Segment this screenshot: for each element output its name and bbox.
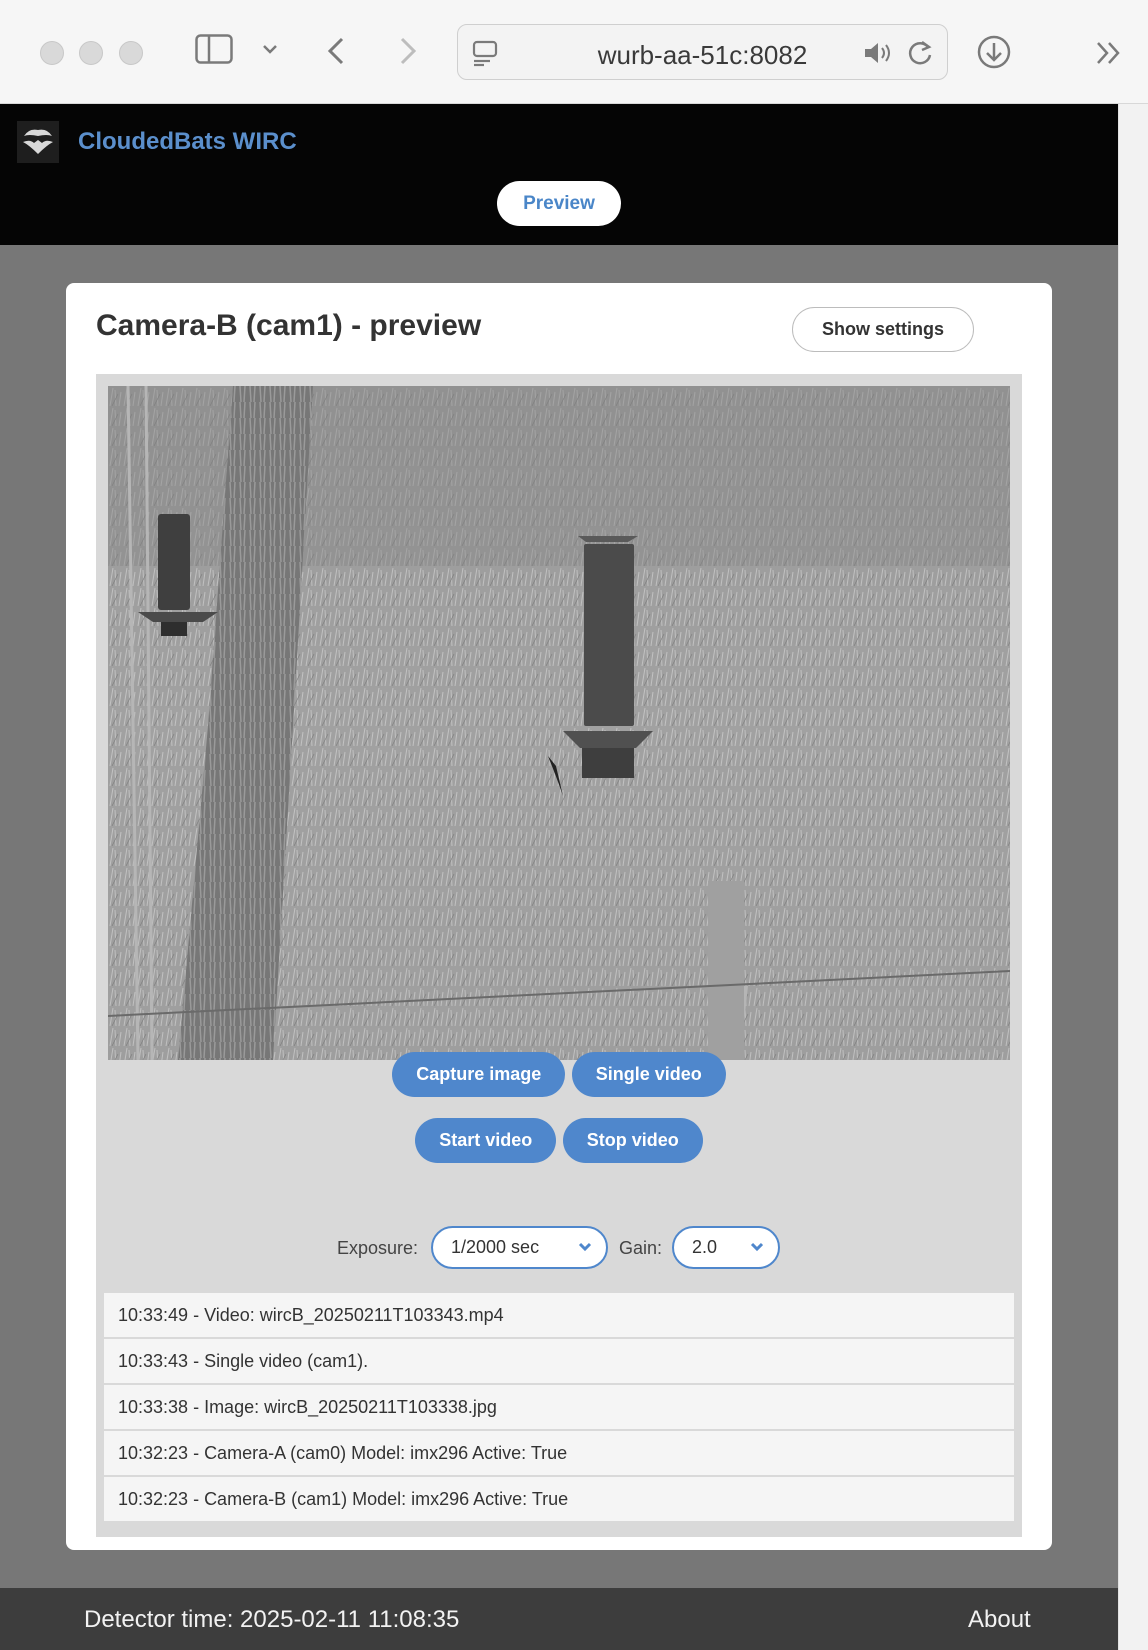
more-icon[interactable] — [1095, 40, 1123, 71]
capture-image-button[interactable]: Capture image — [392, 1052, 566, 1097]
address-bar[interactable]: wurb-aa-51c:8082 — [457, 24, 948, 80]
log-entry: 10:33:38 - Image: wircB_20250211T103338.… — [104, 1385, 1014, 1430]
logo-icon — [17, 121, 59, 163]
window-zoom-button[interactable] — [119, 41, 143, 65]
sidebar-toggle-icon[interactable] — [195, 34, 233, 69]
video-button-row: Start video Stop video — [96, 1118, 1022, 1163]
show-settings-button[interactable]: Show settings — [792, 307, 974, 352]
camera-card: Camera-B (cam1) - preview Show settings — [66, 283, 1052, 1550]
scrollbar[interactable] — [1118, 104, 1148, 1650]
exposure-label: Exposure: — [337, 1238, 419, 1258]
reload-icon[interactable] — [906, 38, 934, 73]
window-close-button[interactable] — [40, 41, 64, 65]
app-footer: Detector time: 2025-02-11 11:08:35 About — [0, 1588, 1118, 1650]
detector-time: Detector time: 2025-02-11 11:08:35 — [84, 1606, 460, 1633]
log-entry: 10:32:23 - Camera-A (cam0) Model: imx296… — [104, 1431, 1014, 1476]
downloads-icon[interactable] — [976, 34, 1012, 75]
forward-icon[interactable] — [398, 36, 418, 71]
window-minimize-button[interactable] — [79, 41, 103, 65]
browser-toolbar: wurb-aa-51c:8082 — [0, 0, 1148, 104]
gain-value: 2.0 — [692, 1237, 718, 1257]
capture-button-row: Capture image Single video — [96, 1052, 1022, 1097]
about-link[interactable]: About — [968, 1606, 1031, 1634]
single-video-button[interactable]: Single video — [571, 1052, 726, 1097]
log-entry: 10:32:23 - Camera-B (cam1) Model: imx296… — [104, 1477, 1014, 1522]
event-log: 10:33:49 - Video: wircB_20250211T103343.… — [104, 1293, 1014, 1523]
exposure-value: 1/2000 sec — [451, 1237, 540, 1257]
page: CloudedBats WIRC Preview Camera-B (cam1)… — [0, 104, 1118, 1650]
exposure-select[interactable]: 1/2000 sec — [431, 1226, 608, 1269]
speaker-icon[interactable] — [862, 39, 894, 72]
gain-select[interactable]: 2.0 — [672, 1226, 780, 1269]
log-entry: 10:33:49 - Video: wircB_20250211T103343.… — [104, 1293, 1014, 1338]
log-entry: 10:33:43 - Single video (cam1). — [104, 1339, 1014, 1384]
app-title[interactable]: CloudedBats WIRC — [78, 128, 297, 156]
gain-label: Gain: — [619, 1238, 663, 1258]
back-icon[interactable] — [326, 36, 346, 71]
start-video-button[interactable]: Start video — [415, 1118, 557, 1163]
chevron-down-icon — [578, 1228, 592, 1267]
preview-panel: Capture image Single video Start video S… — [96, 374, 1022, 1537]
camera-preview-image — [108, 386, 1010, 1060]
chevron-down-icon — [750, 1228, 764, 1267]
camera-controls: Exposure: 1/2000 sec Gain: 2.0 — [96, 1226, 1022, 1272]
page-title: Camera-B (cam1) - preview — [96, 309, 482, 342]
app-header: CloudedBats WIRC Preview — [0, 104, 1118, 245]
stop-video-button[interactable]: Stop video — [562, 1118, 703, 1163]
chevron-down-icon[interactable] — [262, 42, 278, 60]
preview-nav-button[interactable]: Preview — [497, 181, 621, 226]
